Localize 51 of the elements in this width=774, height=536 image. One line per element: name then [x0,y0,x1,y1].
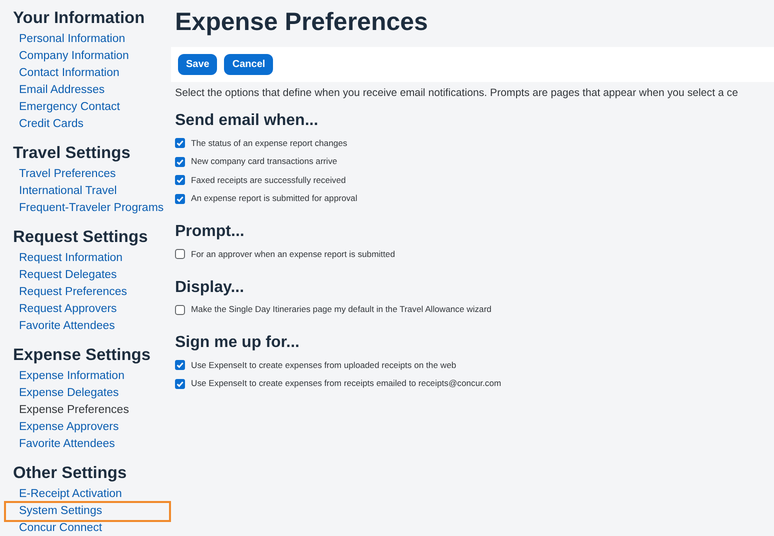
sidebar-link[interactable]: Expense Delegates [6,385,169,402]
option-label: For an approver when an expense report is submitted [191,248,395,261]
option-label: Make the Single Day Itineraries page my default in the Travel Allowance wizard [191,303,492,316]
section-heading: Travel Settings [13,143,132,164]
option-label: New company card transactions arrive [191,155,338,168]
option-label: The status of an expense report changes [191,136,348,150]
sidebar-link[interactable]: Favorite Attendees [6,436,169,453]
checkbox[interactable] [175,194,185,204]
option-label: Use ExpenseIt to create expenses from uploaded receipts on the web [191,358,456,372]
sidebar-link[interactable]: Emergency Contact [6,99,169,116]
sidebar-link[interactable]: Credit Cards [6,116,169,133]
checkbox[interactable] [175,156,185,167]
checkbox[interactable] [175,249,185,260]
sidebar-link[interactable]: Request Approvers [6,301,169,318]
group-heading: Sign me up for... [175,333,300,353]
sidebar-link[interactable]: Email Addresses [6,82,169,99]
sidebar-link[interactable]: Expense Approvers [6,419,169,436]
toolbar-button[interactable]: Cancel [224,54,274,75]
sidebar-link[interactable]: Request Preferences [6,284,169,301]
group-heading: Send email when... [175,111,320,131]
sidebar-link[interactable]: International Travel [6,183,169,200]
sidebar-link[interactable]: Favorite Attendees [6,318,169,335]
toolbar-button[interactable]: Save [178,54,218,75]
page-title: Expense Preferences [174,8,429,36]
checkbox[interactable] [175,360,185,370]
checkbox[interactable] [175,138,185,148]
description-text: Select the options that define when you receive email notifications. Prompts are pages that appear when you select a ce [174,86,739,101]
sidebar-link[interactable]: Request Delegates [6,267,169,284]
checkbox[interactable] [175,175,185,186]
sidebar-link[interactable]: Request Information [6,250,169,267]
sidebar-link[interactable]: Expense Information [6,368,169,385]
group-heading: Prompt... [175,222,246,242]
option-label: Faxed receipts are successfully received [191,174,346,187]
sidebar-link[interactable]: Concur Connect [6,520,169,536]
section-heading: Request Settings [13,227,149,248]
checkbox[interactable] [175,304,185,315]
group-heading: Display... [175,278,246,298]
sidebar-link[interactable]: Contact Information [6,65,169,82]
section-heading: Your Information [13,8,146,29]
sidebar-link[interactable]: Frequent-Traveler Programs [6,200,169,217]
sidebar-link[interactable]: System Settings [6,503,169,520]
option-label: Use ExpenseIt to create expenses from receipts emailed to receipts@concur.com [191,377,502,390]
sidebar-link[interactable]: Travel Preferences [6,166,169,183]
sidebar-link[interactable]: E-Receipt Activation [6,486,169,503]
sidebar-link[interactable]: Company Information [6,48,169,65]
sidebar-link[interactable]: Personal Information [6,31,169,48]
sidebar-link[interactable]: Expense Preferences [6,402,169,419]
section-heading: Expense Settings [13,345,152,366]
checkbox[interactable] [175,378,185,389]
section-heading: Other Settings [13,463,128,484]
option-label: An expense report is submitted for approval [191,192,358,206]
